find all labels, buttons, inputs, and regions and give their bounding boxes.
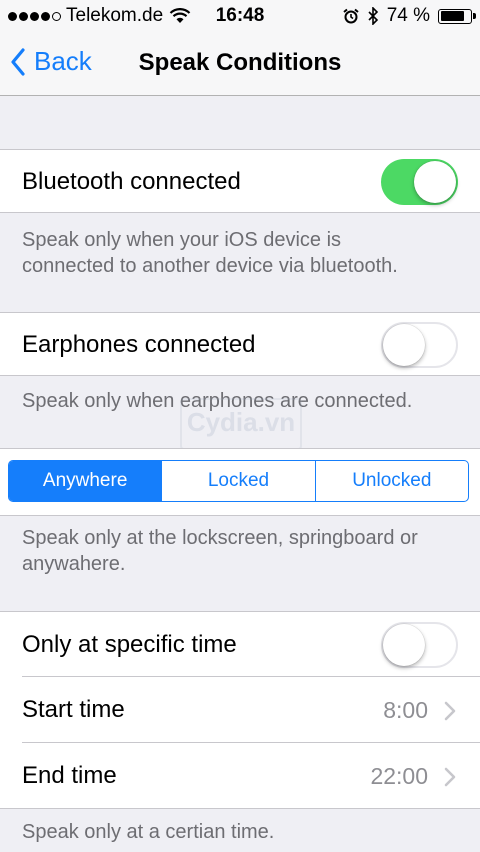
footer-line: connected to another device via bluetoot… — [22, 255, 398, 277]
bluetooth-toggle[interactable] — [381, 159, 458, 205]
status-bar: Telekom.de 16:48 74 % — [0, 0, 480, 32]
toggle-knob — [414, 161, 456, 203]
end-time-value: 22:00 — [370, 763, 428, 789]
bluetooth-cell: Bluetooth connected — [0, 149, 480, 213]
start-time-value: 8:00 — [383, 697, 428, 723]
footer-line: Speak only at the lockscreen, springboar… — [22, 527, 418, 549]
bluetooth-label: Bluetooth connected — [22, 168, 241, 195]
page-title: Speak Conditions — [138, 49, 342, 76]
alarm-icon — [343, 8, 359, 24]
earphones-toggle[interactable] — [381, 322, 458, 368]
location-footer: Speak only at the lockscreen, springboar… — [22, 525, 462, 577]
end-time-label: End time — [22, 762, 117, 789]
footer-line: Speak only when your iOS device is — [22, 229, 342, 251]
specific-time-toggle[interactable] — [381, 622, 458, 668]
battery-percentage: 74 % — [386, 5, 430, 26]
start-time-cell[interactable]: Start time 8:00 — [0, 677, 480, 743]
specific-time-cell: Only at specific time — [0, 611, 480, 677]
segment-anywhere[interactable]: Anywhere — [9, 461, 162, 501]
toggle-knob — [383, 624, 425, 666]
chevron-right-icon — [444, 701, 456, 721]
status-bar-right: 74 % — [343, 5, 476, 27]
end-time-cell[interactable]: End time 22:00 — [0, 743, 480, 809]
bluetooth-footer: Speak only when your iOS device is conne… — [22, 227, 462, 279]
navigation-bar: Back Speak Conditions — [0, 32, 480, 96]
bluetooth-icon — [368, 7, 378, 25]
watermark-logo: Cydia.vn — [180, 398, 302, 450]
segment-unlocked[interactable]: Unlocked — [314, 461, 468, 501]
segment-locked[interactable]: Locked — [161, 461, 314, 501]
footer-line: anywahere. — [22, 553, 126, 575]
earphones-cell: Earphones connected — [0, 312, 480, 376]
specific-time-label: Only at specific time — [22, 631, 237, 658]
schedule-footer: Speak only at a certian time. — [22, 821, 275, 843]
earphones-label: Earphones connected — [22, 331, 256, 358]
toggle-knob — [383, 324, 425, 366]
start-time-label: Start time — [22, 696, 125, 723]
chevron-right-icon — [444, 767, 456, 787]
battery-icon — [438, 8, 476, 24]
location-segmented-control: Anywhere Locked Unlocked — [8, 460, 469, 502]
